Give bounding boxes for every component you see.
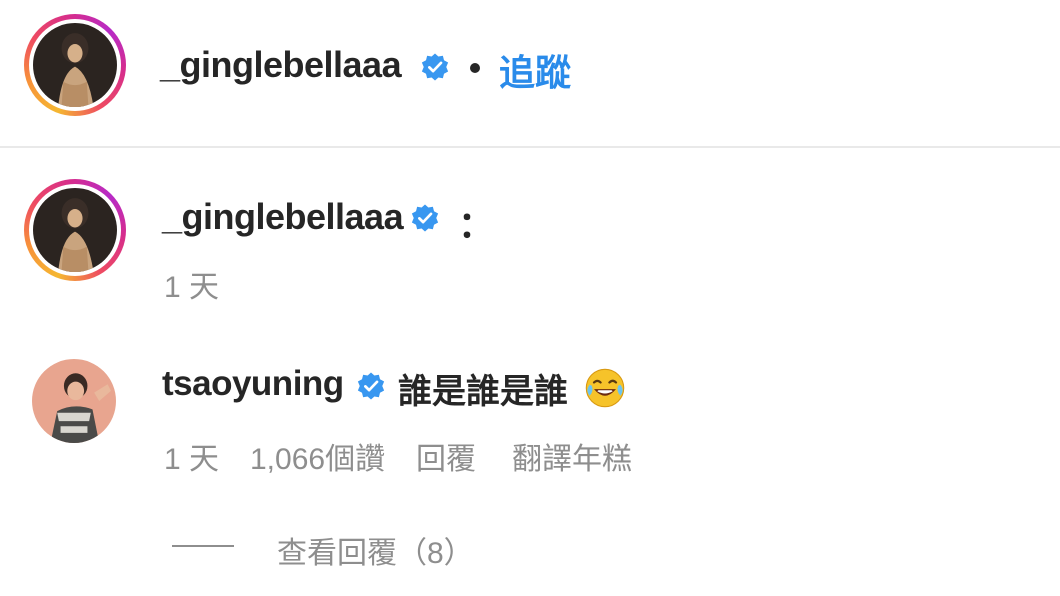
face-with-tears-of-joy-icon xyxy=(583,366,627,410)
post-header: _ginglebellaaa 追蹤 xyxy=(0,0,1060,146)
commenter-avatar[interactable] xyxy=(32,359,116,443)
caption-avatar[interactable] xyxy=(24,179,126,281)
instagram-post-comments: _ginglebellaaa 追蹤 _ginglebellaaa ： 1 天 t… xyxy=(0,0,1060,596)
caption-username[interactable]: _ginglebellaaa xyxy=(162,196,404,238)
header-divider xyxy=(0,146,1060,148)
verified-badge-icon xyxy=(356,371,386,401)
profile-photo-icon xyxy=(33,188,117,272)
replies-line xyxy=(172,545,234,547)
comment-text: 誰是誰是誰 xyxy=(398,373,568,411)
translate-button[interactable]: 翻譯年糕 xyxy=(512,434,632,478)
caption-time: 1 天 xyxy=(164,271,220,304)
commenter-username[interactable]: tsaoyuning xyxy=(162,364,344,404)
verified-badge-icon xyxy=(410,203,440,233)
comment-likes[interactable]: 1,066個讚 xyxy=(250,434,385,478)
profile-photo-icon xyxy=(32,359,116,443)
caption-text: ： xyxy=(458,204,495,245)
comment-time: 1 天 xyxy=(164,443,220,476)
header-avatar[interactable] xyxy=(24,14,126,116)
profile-photo-icon xyxy=(33,23,117,107)
follow-button[interactable]: 追蹤 xyxy=(499,44,571,96)
verified-badge-icon xyxy=(420,52,450,82)
separator-dot xyxy=(470,63,480,73)
header-username[interactable]: _ginglebellaaa xyxy=(160,44,402,86)
view-replies-button[interactable]: 查看回覆（8） xyxy=(277,528,474,572)
reply-button[interactable]: 回覆 xyxy=(416,434,476,478)
